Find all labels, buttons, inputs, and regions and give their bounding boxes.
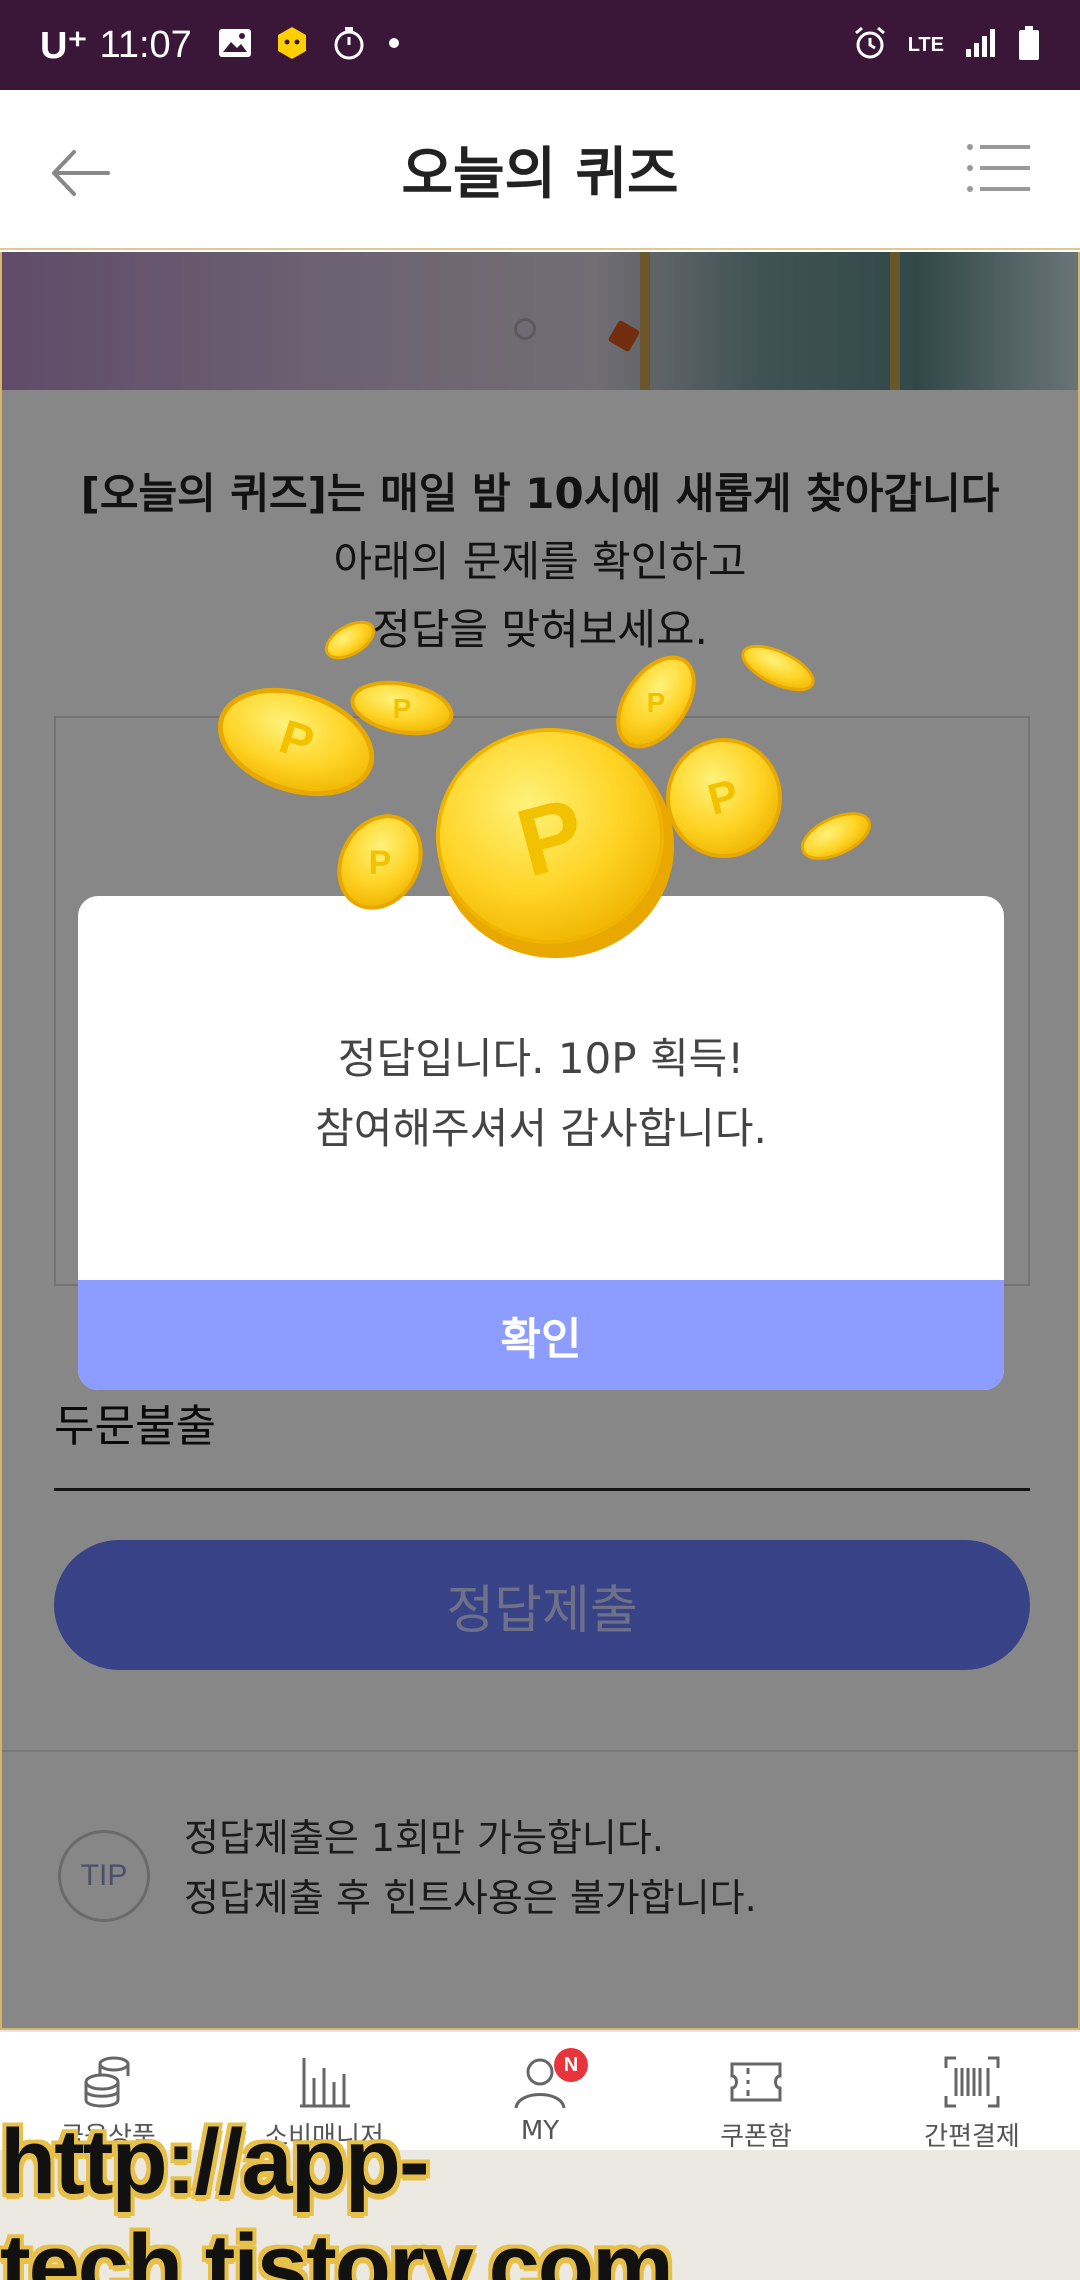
alarm-icon — [852, 25, 888, 66]
dialog-message: 정답입니다. 10P 획득! 참여해주셔서 감사합니다. — [78, 1024, 1004, 1164]
ticket-icon — [730, 2062, 782, 2102]
hamburger-icon — [967, 144, 1030, 192]
bar-chart-icon — [300, 2058, 350, 2108]
menu-button[interactable] — [966, 142, 1032, 194]
gallery-icon — [218, 28, 252, 63]
result-dialog: 정답입니다. 10P 획득! 참여해주셔서 감사합니다. 확인 — [78, 896, 1004, 1390]
lte-label: LTE — [907, 33, 944, 56]
timer-icon — [332, 26, 366, 65]
barcode-icon — [944, 2056, 1000, 2108]
notification-dot-icon — [388, 36, 400, 54]
battery-icon — [1018, 25, 1040, 65]
signal-icon — [964, 27, 998, 64]
dialog-line-2: 참여해주셔서 감사합니다. — [315, 1104, 767, 1153]
back-button[interactable] — [48, 140, 114, 206]
status-bar: U⁺ 11:07 LTE — [0, 0, 1080, 90]
carrier-label: U⁺ — [40, 24, 88, 67]
coins-icon — [84, 2056, 130, 2108]
arrow-left-icon — [52, 150, 110, 196]
new-badge: N — [554, 2048, 588, 2082]
kakao-icon — [274, 25, 310, 66]
watermark-text: http://app-tech.tistory.com — [0, 2111, 674, 2280]
app-header: 오늘의 퀴즈 — [0, 90, 1080, 250]
dialog-line-1: 정답입니다. 10P 획득! — [337, 1034, 745, 1083]
watermark: http://app-tech.tistory.com — [0, 2111, 1080, 2280]
clock: 11:07 — [99, 23, 192, 66]
confirm-button[interactable]: 확인 — [78, 1280, 1004, 1390]
page-title: 오늘의 퀴즈 — [401, 141, 679, 207]
